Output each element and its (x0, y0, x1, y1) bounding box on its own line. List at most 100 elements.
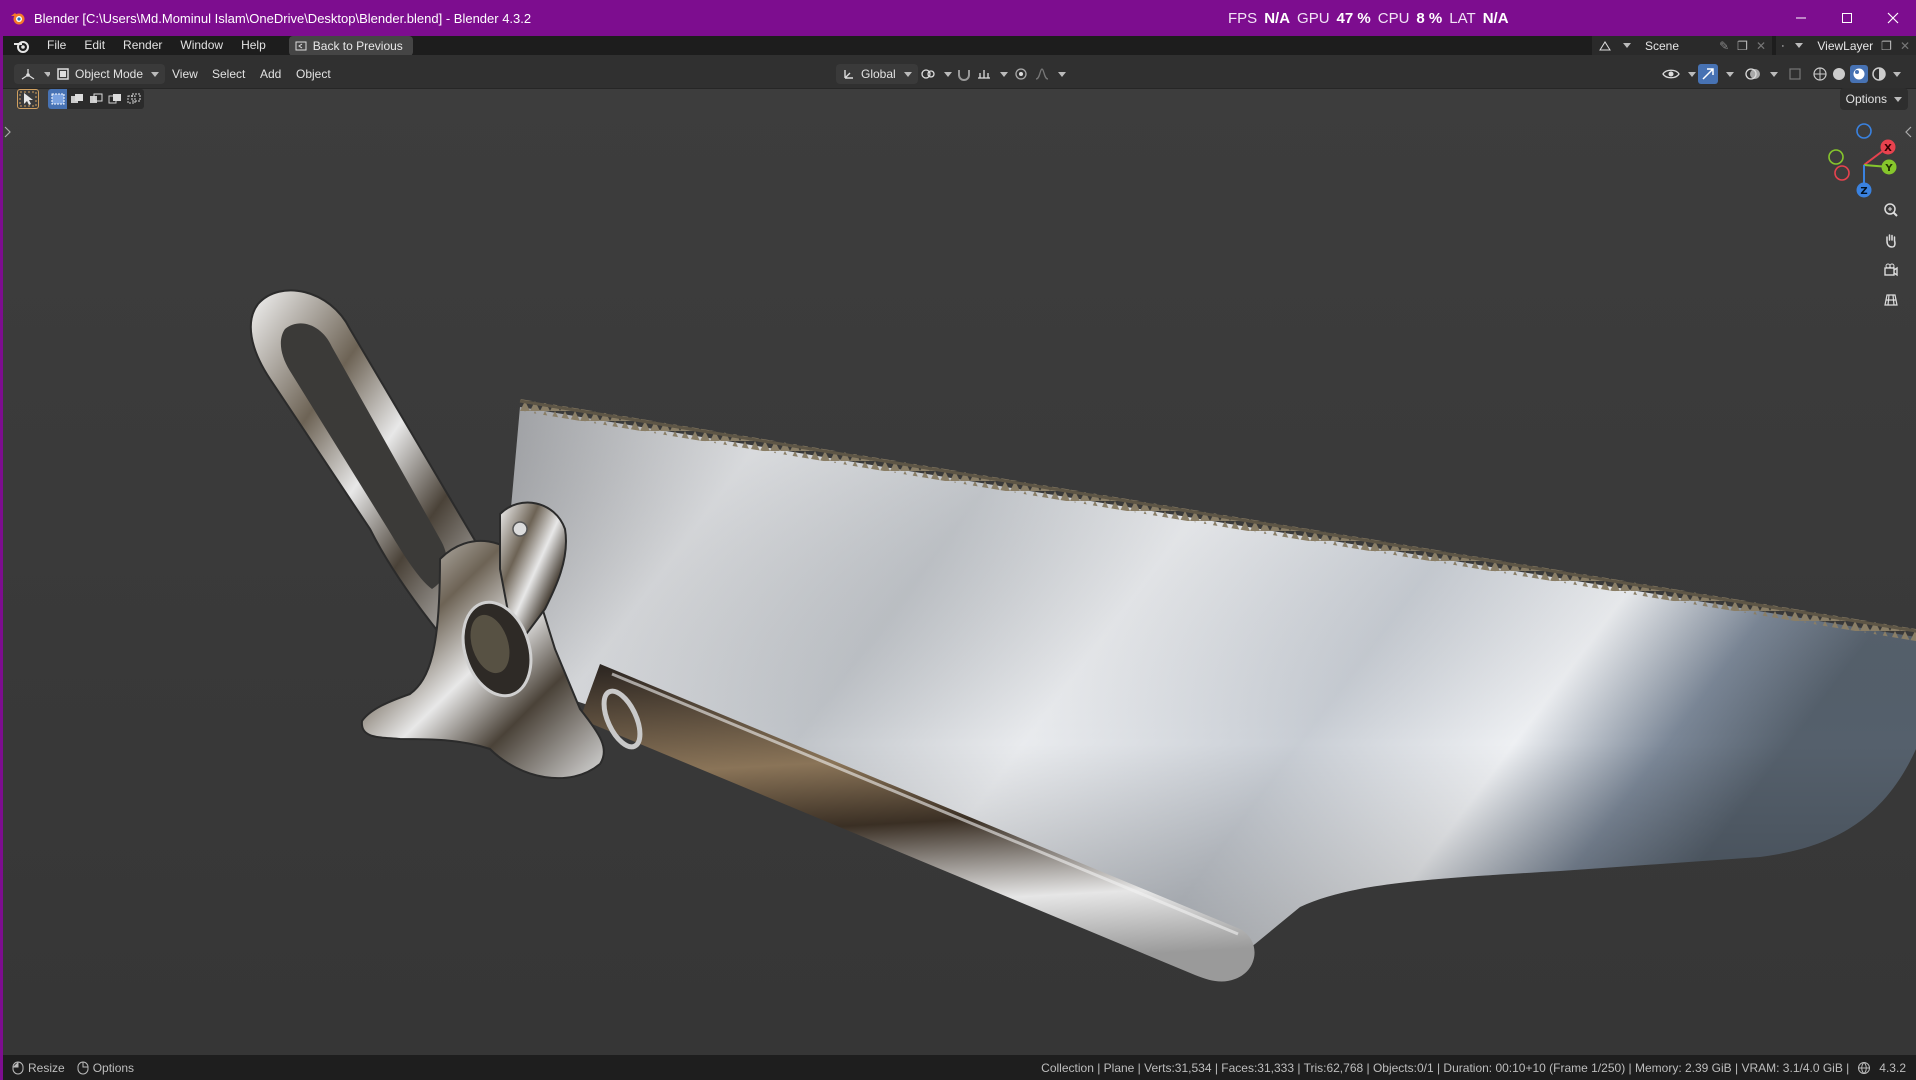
camera-view-button[interactable] (1878, 257, 1904, 283)
close-icon (1887, 12, 1899, 24)
window-controls (1778, 0, 1916, 36)
solid-shading-icon[interactable] (1831, 66, 1847, 82)
fps-label: FPS (1228, 9, 1258, 27)
status-hints: Resize Options (12, 1061, 134, 1075)
menu-file[interactable]: File (38, 36, 75, 55)
select-new-button[interactable] (48, 89, 68, 109)
perspective-toggle-button[interactable] (1878, 287, 1904, 313)
select-new-icon (51, 93, 65, 105)
network-globe-icon (1858, 1061, 1871, 1074)
options-dropdown[interactable]: Options (1839, 88, 1908, 110)
gizmo-toggle[interactable] (1698, 64, 1734, 84)
delete-scene-icon[interactable]: ✕ (1756, 39, 1766, 53)
proportional-editing-toggle[interactable] (1014, 64, 1028, 84)
transform-orientation-selector[interactable]: Global (836, 64, 918, 84)
camera-icon (1884, 263, 1898, 277)
chevron-down-icon (1000, 71, 1008, 77)
viewport-scene[interactable]: X Y Z (0, 89, 1916, 1055)
material-preview-active[interactable] (1850, 65, 1868, 83)
3d-viewport-icon (21, 69, 35, 80)
menu-select[interactable]: Select (212, 64, 245, 84)
cpu-value: 8 % (1416, 9, 1443, 27)
select-invert-icon (108, 94, 122, 104)
options-hint: Options (92, 1060, 135, 1075)
menu-view[interactable]: View (172, 64, 198, 84)
gizmo-x-label: X (1884, 143, 1892, 154)
menu-add[interactable]: Add (260, 64, 281, 84)
select-box-tool[interactable] (17, 89, 39, 109)
snapping-toggle[interactable] (956, 64, 972, 84)
pivot-point-selector[interactable] (920, 64, 952, 84)
minimize-icon (1796, 17, 1806, 19)
cpu-label: CPU (1377, 9, 1410, 27)
rendered-shading-icon[interactable] (1871, 66, 1887, 82)
menu-edit[interactable]: Edit (75, 36, 114, 55)
chevron-down-icon (1795, 43, 1804, 48)
chevron-down-icon (1623, 43, 1631, 48)
scene-selectors: Scene ✎ ❐ ✕ ViewLayer ❐ ✕ (1592, 36, 1916, 55)
select-subtract-button[interactable] (86, 89, 105, 109)
proportional-falloff-selector[interactable] (1034, 64, 1066, 84)
mode-label: Object Mode (75, 67, 144, 81)
gpu-label: GPU (1297, 9, 1330, 27)
scene-selector[interactable]: Scene ✎ ❐ ✕ (1592, 36, 1772, 55)
new-view-layer-icon[interactable]: ❐ (1881, 39, 1892, 53)
zoom-icon (1884, 203, 1898, 217)
menu-bar: File Edit Render Window Help Back to Pre… (0, 35, 1916, 56)
overlay-circles-icon (1745, 68, 1760, 80)
pan-button[interactable] (1878, 227, 1904, 253)
minimize-button[interactable] (1778, 0, 1824, 36)
scene-name: Scene (1645, 38, 1680, 53)
xray-toggle[interactable] (1788, 64, 1802, 84)
stats-text: Collection | Plane | Verts:31,534 | Face… (1041, 1060, 1850, 1075)
select-invert-button[interactable] (106, 89, 125, 109)
view-layer-name: ViewLayer (1817, 38, 1874, 53)
scene-icon (1599, 40, 1611, 50)
window-title: Blender [C:\Users\Md.Mominul Islam\OneDr… (34, 10, 532, 26)
hand-icon (1886, 234, 1896, 248)
menu-object[interactable]: Object (296, 64, 331, 84)
back-to-previous-button[interactable]: Back to Previous (288, 35, 413, 56)
viewport-header: Object Mode View Select Add Object Globa… (0, 55, 1916, 89)
chevron-down-icon (1894, 96, 1902, 102)
blender-menu-icon[interactable] (12, 38, 32, 54)
object-mode-icon (57, 68, 69, 80)
chevron-down-icon (1688, 71, 1696, 77)
visibility-selector[interactable] (1662, 64, 1696, 84)
overlays-toggle[interactable] (1744, 64, 1778, 84)
zoom-button[interactable] (1878, 197, 1904, 223)
grid-perspective-icon (1884, 294, 1898, 306)
transform-orientation-label: Global (861, 67, 896, 81)
performance-overlay: FPS N/A GPU 47 % CPU 8 % LAT N/A (1228, 0, 1509, 36)
menu-help[interactable]: Help (232, 36, 275, 55)
select-subtract-icon (90, 93, 103, 103)
title-bar: Blender [C:\Users\Md.Mominul Islam\OneDr… (0, 0, 1916, 36)
close-button[interactable] (1870, 0, 1916, 36)
fps-value: N/A (1264, 9, 1291, 27)
falloff-curve-icon (1035, 68, 1049, 80)
view-layer-selector[interactable]: ViewLayer ❐ ✕ (1776, 36, 1916, 55)
view-layer-icon (1782, 44, 1785, 47)
status-bar: Resize Options Collection | Plane | Vert… (0, 1055, 1916, 1080)
maximize-button[interactable] (1824, 0, 1870, 36)
window-border-left (0, 36, 3, 1080)
gizmo-y-label: Y (1884, 163, 1893, 174)
menu-window[interactable]: Window (171, 36, 232, 55)
version-label: 4.3.2 (1879, 1060, 1906, 1075)
delete-view-layer-icon[interactable]: ✕ (1900, 39, 1910, 53)
mode-selector[interactable]: Object Mode (50, 64, 166, 84)
3d-viewport[interactable]: X Y Z (0, 89, 1916, 1055)
select-extend-icon (70, 94, 83, 103)
wireframe-shading-icon[interactable] (1812, 66, 1828, 82)
mouse-left-icon (12, 1061, 24, 1074)
scene-statistics: Collection | Plane | Verts:31,534 | Face… (1041, 1055, 1906, 1080)
select-extend-button[interactable] (67, 89, 86, 109)
menu-render[interactable]: Render (114, 36, 171, 55)
material-preview-icon (1853, 68, 1865, 80)
snap-target-selector[interactable] (976, 64, 1008, 84)
magnet-icon (958, 70, 970, 81)
new-scene-icon[interactable]: ❐ (1737, 39, 1748, 53)
select-intersect-button[interactable] (125, 89, 144, 109)
back-to-previous-label: Back to Previous (312, 38, 403, 53)
pin-icon[interactable]: ✎ (1719, 39, 1729, 53)
